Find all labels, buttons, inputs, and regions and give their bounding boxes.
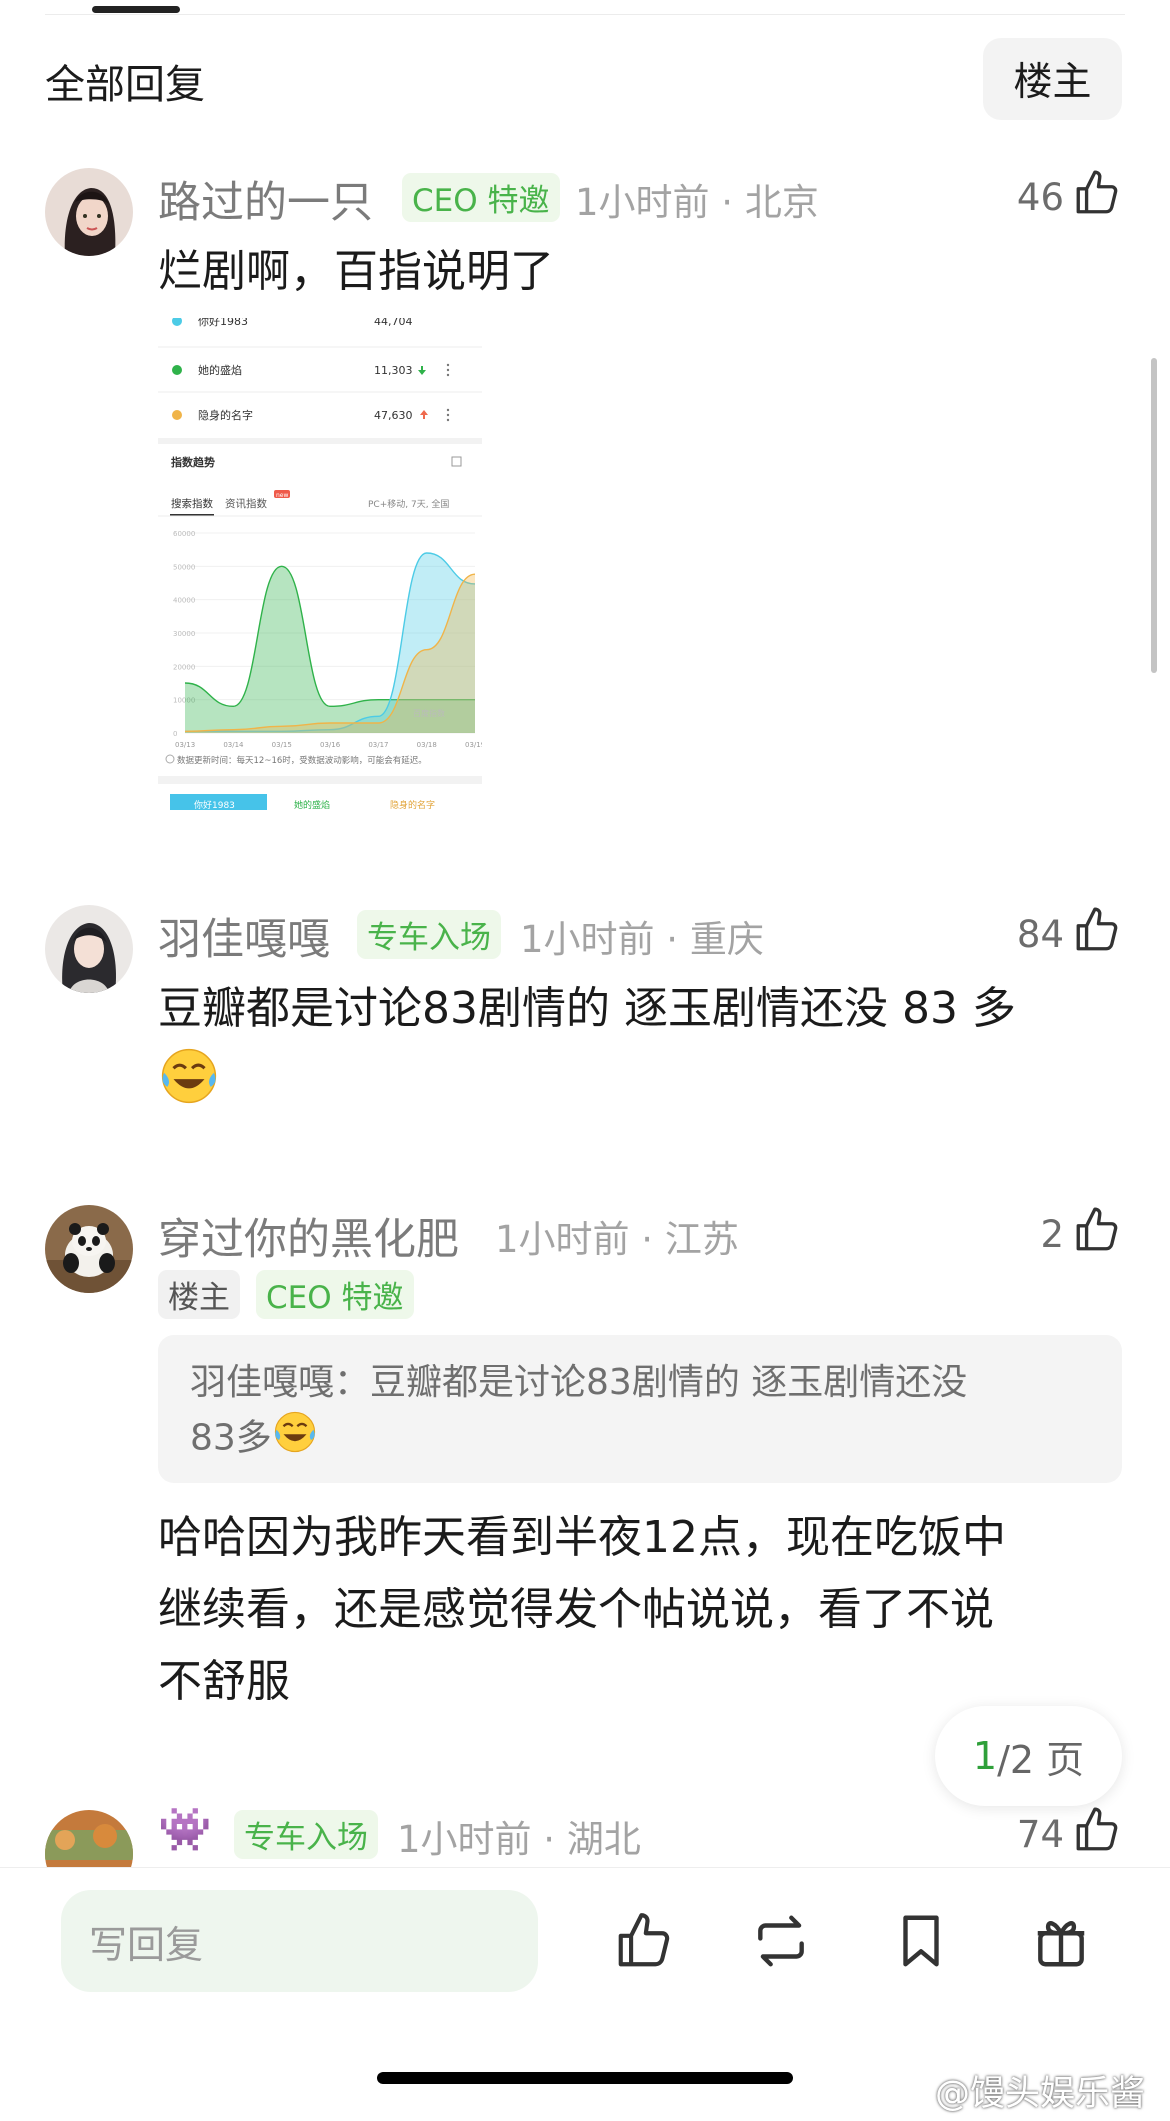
legend-item: 你好1983 [198, 318, 248, 328]
thumbs-up-icon [1076, 1207, 1118, 1251]
tab-news-index: 资讯指数 [225, 497, 267, 510]
reply-input[interactable]: 写回复 [61, 1890, 538, 1992]
x-tick-label: 03/15 [272, 741, 292, 749]
comment-meta: 1小时前 · 江苏 [495, 1218, 739, 1261]
comment-meta: 1小时前 · 湖北 [397, 1818, 641, 1861]
repost-icon [758, 1915, 804, 1967]
home-indicator [377, 2072, 793, 2084]
gift-button[interactable] [1030, 1910, 1092, 1976]
y-tick-label: 0 [173, 730, 177, 738]
svg-text:她的盛焰: 她的盛焰 [294, 799, 330, 810]
page-indicator[interactable]: 1/2 页 [935, 1706, 1122, 1806]
quoted-reply[interactable]: 羽佳嘎嘎：豆瓣都是讨论83剧情的 逐玉剧情还没 83多 [158, 1335, 1122, 1483]
thumbs-up-icon [1076, 170, 1118, 214]
x-tick-label: 03/19 [465, 741, 482, 749]
username[interactable]: 羽佳嘎嘎 [158, 905, 330, 967]
x-tick-label: 03/17 [368, 741, 388, 749]
badge-special-car: 专车入场 [234, 1810, 378, 1859]
username[interactable]: 路过的一只 [158, 168, 373, 230]
comment-text: 哈哈因为我昨天看到半夜12点，现在吃饭中 继续看，还是感觉得发个帖说说，看了不说… [158, 1512, 1006, 1707]
badge-ceo: CEO 特邀 [256, 1270, 414, 1319]
legend-item: 隐身的名字 [198, 408, 253, 422]
chart-section-title: 指数趋势 [171, 455, 215, 469]
gift-icon [1037, 1921, 1085, 1967]
badge-special-car: 专车入场 [357, 910, 501, 959]
laughing-tears-emoji [272, 1409, 318, 1470]
comment-text: 烂剧啊，百指说明了 [158, 246, 554, 297]
like-button[interactable] [1072, 1205, 1122, 1259]
legend-value: 47,630 [374, 409, 413, 422]
thumbs-up-icon [1076, 1807, 1118, 1851]
thumbs-up-icon [618, 1913, 670, 1967]
username[interactable]: 👾 [158, 1805, 212, 1855]
quote-text: 豆瓣都是讨论83剧情的 逐玉剧情还没 [370, 1362, 968, 1403]
quote-author: 羽佳嘎嘎： [190, 1362, 371, 1403]
tab-search-index: 搜索指数 [171, 497, 213, 510]
svg-text:你好1983: 你好1983 [194, 799, 235, 810]
x-tick-label: 03/18 [417, 741, 437, 749]
y-tick-label: 40000 [173, 597, 195, 605]
avatar[interactable] [45, 1810, 133, 1867]
quote-text-cont: 83多 [190, 1417, 272, 1459]
repost-button[interactable] [750, 1910, 812, 1976]
comment-meta: 1小时前 · 重庆 [520, 918, 764, 961]
badge-op: 楼主 [158, 1270, 240, 1319]
avatar[interactable] [45, 1205, 133, 1293]
badge-ceo: CEO 特邀 [402, 173, 560, 222]
comment-text: 豆瓣都是讨论83剧情的 逐玉剧情还没 83 多 [158, 973, 1118, 1129]
y-tick-label: 50000 [173, 563, 195, 571]
x-tick-label: 03/16 [320, 741, 341, 749]
y-tick-label: 60000 [173, 530, 195, 538]
like-count: 46 [1016, 176, 1064, 219]
top-divider [45, 14, 1125, 15]
chart-watermark: 百度指数 [413, 708, 445, 718]
like-post-button[interactable] [613, 1910, 675, 1976]
like-button[interactable] [1072, 1805, 1122, 1859]
svg-text:new: new [276, 492, 288, 499]
legend-item: 她的盛焰 [198, 363, 242, 377]
chart-filter: PC+移动, 7天, 全国 [368, 498, 449, 510]
attached-image[interactable]: 你好1983 44,704 她的盛焰 11,303 隐身的名字 47,630 指… [158, 318, 482, 810]
top-handle-bar [92, 6, 180, 13]
legend-value: 44,704 [374, 318, 413, 328]
svg-text:隐身的名字: 隐身的名字 [390, 799, 435, 810]
chart-footnote: 数据更新时间：每天12~16时，受数据波动影响，可能会有延迟。 [177, 755, 427, 766]
legend-value: 11,303 [374, 364, 413, 377]
avatar[interactable] [45, 168, 133, 256]
comment-meta: 1小时前 · 北京 [575, 181, 819, 224]
like-count: 74 [1016, 1813, 1064, 1856]
op-only-button[interactable]: 楼主 [983, 38, 1122, 120]
x-tick-label: 03/13 [175, 741, 195, 749]
watermark: @馒头娱乐酱 [935, 2074, 1146, 2114]
like-button[interactable] [1072, 168, 1122, 222]
x-tick-label: 03/14 [223, 741, 244, 749]
like-count: 84 [1016, 913, 1064, 956]
username[interactable]: 穿过你的黑化肥 [158, 1205, 459, 1267]
like-count: 2 [1040, 1213, 1064, 1256]
thumbs-up-icon [1076, 907, 1118, 951]
y-tick-label: 30000 [173, 630, 195, 638]
laughing-tears-emoji [158, 1045, 220, 1129]
scrollbar[interactable] [1151, 358, 1157, 673]
like-button[interactable] [1072, 905, 1122, 959]
y-tick-label: 20000 [173, 663, 195, 671]
avatar[interactable] [45, 905, 133, 993]
bookmark-button[interactable] [890, 1910, 952, 1976]
section-title: 全部回复 [45, 62, 205, 108]
bookmark-icon [903, 1915, 939, 1967]
